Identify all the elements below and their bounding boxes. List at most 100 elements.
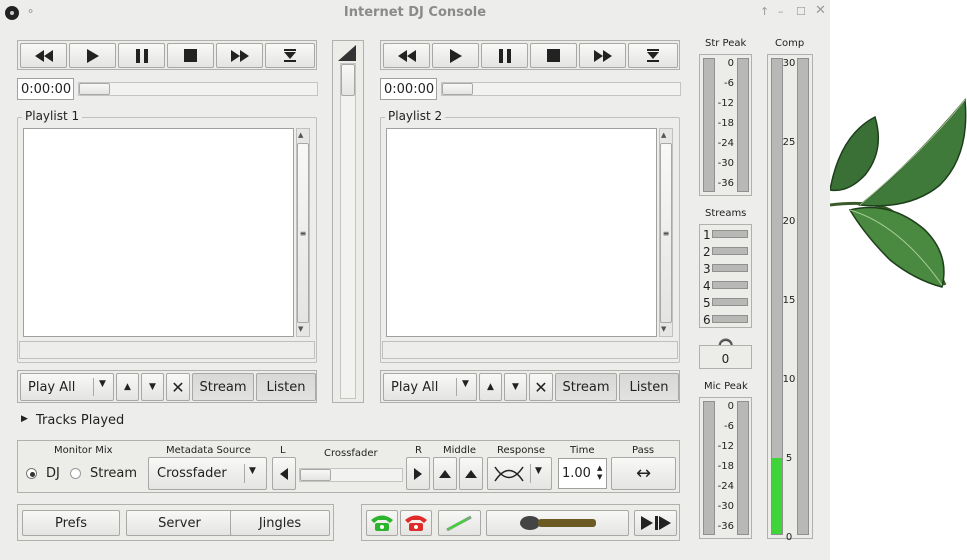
crossfader-slider[interactable] <box>299 468 403 482</box>
arrow-down-icon: ▼ <box>512 382 519 392</box>
prefs-button[interactable]: Prefs <box>22 510 120 536</box>
volume-fader-handle[interactable] <box>341 64 355 96</box>
monitor-stream-radio[interactable] <box>70 468 81 479</box>
player1-move-up-button[interactable]: ▲ <box>116 373 139 401</box>
phone-pickup-button[interactable] <box>366 510 398 536</box>
comp-right-bar <box>797 58 809 535</box>
mic-peak-label: Mic Peak <box>704 381 748 392</box>
talk-buttons-frame <box>361 504 680 541</box>
crossfader-right-button[interactable] <box>406 457 430 490</box>
tick: 0 <box>785 532 793 543</box>
chevron-down-icon: ▼ <box>535 466 542 476</box>
close-window-icon[interactable]: ✕ <box>815 3 826 18</box>
player2-progress-track[interactable] <box>441 82 681 96</box>
scroll-down-icon[interactable]: ▼ <box>298 325 303 333</box>
player2-eject-button[interactable] <box>628 43 678 68</box>
response-label: Response <box>497 445 546 456</box>
player1-playlist-scrollbar[interactable]: ▲ ≡ ▼ <box>296 128 310 337</box>
tick: -24 <box>717 481 734 492</box>
remove-icon: ✕ <box>534 377 548 397</box>
player1-move-down-button[interactable]: ▼ <box>141 373 164 401</box>
player2-pause-button[interactable] <box>481 43 528 68</box>
str-peak-label: Str Peak <box>705 38 747 49</box>
player2-move-up-button[interactable]: ▲ <box>479 373 502 401</box>
crossfader-right-label: R <box>415 445 422 456</box>
time-spinbox[interactable]: 1.00 ▲ ▼ <box>558 458 607 489</box>
player2-move-down-button[interactable]: ▼ <box>504 373 527 401</box>
syringe-icon <box>445 515 472 531</box>
crossfader-left-button[interactable] <box>272 457 296 490</box>
player2-playlist[interactable] <box>386 128 657 337</box>
keep-above-icon[interactable]: ↑ <box>760 5 769 18</box>
player1-stop-button[interactable] <box>167 43 214 68</box>
player1-remove-button[interactable]: ✕ <box>166 373 190 401</box>
player1-listen-toggle[interactable]: Listen <box>256 373 316 401</box>
player1-progress-handle[interactable] <box>79 83 110 95</box>
mic-peak-ticks: 0 -6 -12 -18 -24 -30 -36 <box>714 401 734 541</box>
mic-peak-meter-frame: 0 -6 -12 -18 -24 -30 -36 <box>699 397 752 539</box>
dropdown-separator <box>456 378 457 396</box>
dj-headphone-button[interactable] <box>438 510 481 536</box>
tick: 20 <box>782 216 796 227</box>
player1-transport <box>17 40 317 70</box>
player1-stream-toggle[interactable]: Stream <box>192 373 254 401</box>
metadata-source-dropdown[interactable]: Crossfader ▼ <box>148 457 267 490</box>
tick: 10 <box>782 374 796 385</box>
phone-red-icon <box>405 515 427 531</box>
player2-scroll-thumb[interactable]: ≡ <box>660 143 672 323</box>
monitor-dj-radio[interactable] <box>26 468 37 479</box>
tick: 5 <box>785 453 793 464</box>
radio-dot <box>30 472 35 477</box>
player2-listen-toggle[interactable]: Listen <box>619 373 679 401</box>
scroll-up-icon[interactable]: ▲ <box>298 131 303 139</box>
player1-play-button[interactable] <box>69 43 116 68</box>
advance-button[interactable] <box>634 510 677 536</box>
pass-button[interactable]: ↔ <box>611 457 676 490</box>
minimize-icon[interactable]: – <box>778 5 784 18</box>
spin-arrows-icon[interactable]: ▲ ▼ <box>597 464 602 482</box>
player2-mode-dropdown[interactable]: Play All ▼ <box>383 373 477 401</box>
tick: 30 <box>782 58 796 69</box>
player2-stream-toggle[interactable]: Stream <box>555 373 617 401</box>
player2-forward-button[interactable] <box>579 43 626 68</box>
expander-arrow-icon[interactable]: ▶ <box>21 414 28 424</box>
stream-indicator: 1 <box>703 228 711 242</box>
player1-mode-dropdown[interactable]: Play All ▼ <box>20 373 114 401</box>
player2-playlist-scrollbar[interactable]: ▲ ≡ ▼ <box>659 128 673 337</box>
scroll-up-icon[interactable]: ▲ <box>661 131 666 139</box>
jingles-button[interactable]: Jingles <box>230 510 330 536</box>
tracks-played-expander[interactable]: Tracks Played <box>36 413 124 428</box>
dropdown-separator <box>244 464 245 483</box>
server-button[interactable]: Server <box>126 510 233 536</box>
response-dropdown[interactable]: ▼ <box>487 457 552 490</box>
player1-progress-track[interactable] <box>78 82 318 96</box>
player1-rewind-button[interactable] <box>20 43 67 68</box>
middle-right-button[interactable] <box>459 457 483 490</box>
player1-pause-button[interactable] <box>118 43 165 68</box>
player1-eject-button[interactable] <box>265 43 315 68</box>
player2-remove-button[interactable]: ✕ <box>529 373 553 401</box>
player1-playlist[interactable] <box>23 128 294 337</box>
scroll-down-icon[interactable]: ▼ <box>661 325 666 333</box>
player2-controls: Play All ▼ ▲ ▼ ✕ Stream Listen <box>380 370 680 403</box>
triangle-left-icon <box>280 467 288 480</box>
microphone-button[interactable] <box>486 510 629 536</box>
player2-rewind-button[interactable] <box>383 43 430 68</box>
middle-left-button[interactable] <box>433 457 457 490</box>
player2-progress-handle[interactable] <box>442 83 473 95</box>
maximize-icon[interactable]: ☐ <box>796 5 806 18</box>
player1-forward-button[interactable] <box>216 43 263 68</box>
phone-green-icon <box>371 515 393 531</box>
volume-fader[interactable] <box>340 63 356 399</box>
player2-stop-button[interactable] <box>530 43 577 68</box>
stop-icon <box>547 49 560 62</box>
triangle-up-icon <box>439 469 451 478</box>
stream-indicator: 3 <box>703 262 711 276</box>
crossfader-handle[interactable] <box>300 469 331 481</box>
str-peak-meter-frame: 0 -6 -12 -18 -24 -30 -36 <box>699 54 752 196</box>
player2-play-button[interactable] <box>432 43 479 68</box>
player1-scroll-thumb[interactable]: ≡ <box>297 143 309 323</box>
player2-mode-value: Play All <box>391 379 439 395</box>
stream-indicator: 2 <box>703 245 711 259</box>
phone-hangup-button[interactable] <box>400 510 432 536</box>
